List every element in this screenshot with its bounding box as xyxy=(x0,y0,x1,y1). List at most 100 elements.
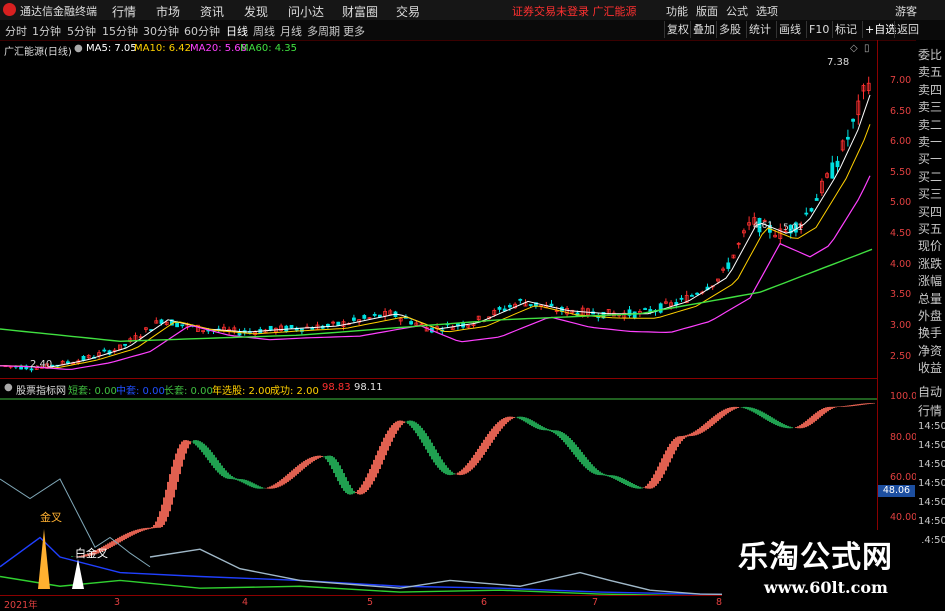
candle xyxy=(362,315,367,319)
side-item[interactable]: 买二 xyxy=(918,168,942,185)
x-tick: 4 xyxy=(242,597,249,608)
period-60min[interactable]: 60分钟 xyxy=(184,23,220,39)
menu-item-market[interactable]: 市场 xyxy=(156,3,180,20)
candle xyxy=(409,321,414,325)
menu-item-formula[interactable]: 公式 xyxy=(726,3,748,19)
x-tick: 3 xyxy=(114,597,121,608)
menu-item-function[interactable]: 功能 xyxy=(666,3,688,19)
side-item[interactable]: 买五 xyxy=(918,220,942,237)
side-item[interactable]: 净资 xyxy=(918,342,942,359)
guest-button[interactable]: 游客 xyxy=(895,3,917,19)
candle-label-2: 5.01 xyxy=(783,223,804,233)
side-item[interactable]: 卖三 xyxy=(918,98,942,115)
app-logo-icon xyxy=(3,3,16,16)
side-item[interactable]: 自动 xyxy=(918,383,942,400)
candle xyxy=(846,136,850,140)
menu-item-news[interactable]: 资讯 xyxy=(200,3,224,20)
current-value-badge: 48.06 xyxy=(878,485,915,497)
draw-line-button[interactable]: 画线 xyxy=(776,21,803,38)
period-tick[interactable]: 分时 xyxy=(5,23,27,39)
candlestick-panel[interactable]: 广汇能源(日线) ● MA5: 7.05 MA10: 6.42 MA20: 5.… xyxy=(0,40,877,378)
candle-label-1: 4.61 xyxy=(753,221,774,231)
white-cross-spike xyxy=(72,559,84,589)
restore-rights-button[interactable]: 复权 xyxy=(664,21,691,38)
side-item[interactable]: 14:50 xyxy=(918,478,945,489)
add-watchlist-button[interactable]: +自选 xyxy=(862,21,898,38)
candle xyxy=(830,162,835,179)
side-item[interactable]: 卖一 xyxy=(918,133,942,150)
candle xyxy=(372,314,377,316)
side-item[interactable]: 14:50 xyxy=(918,497,945,508)
candle xyxy=(851,118,855,122)
diamond-icon[interactable]: ◇ xyxy=(850,43,858,54)
period-weekly[interactable]: 周线 xyxy=(253,23,275,39)
period-daily[interactable]: 日线 xyxy=(226,23,248,39)
candle xyxy=(123,343,127,346)
side-item[interactable]: 涨幅 xyxy=(918,272,942,289)
side-item[interactable]: 委比 xyxy=(918,46,942,63)
side-item[interactable]: 14:50 xyxy=(918,535,945,546)
period-more[interactable]: 更多 xyxy=(343,23,365,39)
x-tick: 6 xyxy=(481,597,488,608)
period-monthly[interactable]: 月线 xyxy=(280,23,302,39)
candle xyxy=(835,160,840,168)
watermark-title: 乐淘公式网 xyxy=(738,540,893,575)
side-item[interactable]: 卖二 xyxy=(918,116,942,133)
side-item[interactable]: 收益 xyxy=(918,359,942,376)
period-30min[interactable]: 30分钟 xyxy=(143,23,179,39)
side-item[interactable]: 14:50 xyxy=(918,516,945,527)
side-item[interactable]: 14:50 xyxy=(918,459,945,470)
candle xyxy=(726,262,731,269)
candle xyxy=(809,208,814,212)
side-item[interactable]: 行情 xyxy=(918,402,942,419)
side-item[interactable]: 14:50 xyxy=(918,440,945,451)
price-axis: 7.00 6.50 6.00 5.50 5.00 4.50 4.00 3.50 … xyxy=(877,40,917,595)
period-multi[interactable]: 多周期 xyxy=(307,23,340,39)
candle xyxy=(66,361,70,364)
candle xyxy=(289,324,294,329)
multi-stock-button[interactable]: 多股 xyxy=(716,21,743,38)
menu-item-ask[interactable]: 问小达 xyxy=(288,3,324,20)
candle xyxy=(632,311,637,319)
side-item[interactable]: 14:50 xyxy=(918,421,945,432)
candle xyxy=(102,349,107,352)
menu-item-wealth[interactable]: 财富圈 xyxy=(342,3,378,20)
menu-item-quotes[interactable]: 行情 xyxy=(112,3,136,20)
overlay-button[interactable]: 叠加 xyxy=(690,21,717,38)
side-item[interactable]: 买一 xyxy=(918,150,942,167)
menu-item-layout[interactable]: 版面 xyxy=(696,3,718,19)
side-item[interactable]: 外盘 xyxy=(918,307,942,324)
sub-y-tick: 40.00 xyxy=(890,512,918,523)
y-tick: 3.50 xyxy=(890,289,912,300)
watermark: 乐淘公式网 www.60lt.com xyxy=(722,530,922,605)
side-item[interactable]: 涨跌 xyxy=(918,255,942,272)
white-cross-label: 白金叉 xyxy=(75,547,108,560)
stats-button[interactable]: 统计 xyxy=(746,21,773,38)
menu-item-discover[interactable]: 发现 xyxy=(244,3,268,20)
candle xyxy=(518,298,523,301)
login-warning: 证券交易未登录 广汇能源 xyxy=(512,5,637,18)
side-item[interactable]: 买三 xyxy=(918,185,942,202)
menu-item-options[interactable]: 选项 xyxy=(756,3,778,19)
side-item[interactable]: 换手 xyxy=(918,324,942,341)
side-item[interactable]: 总量 xyxy=(918,290,942,307)
period-5min[interactable]: 5分钟 xyxy=(67,23,96,39)
side-item[interactable]: 卖四 xyxy=(918,81,942,98)
candle xyxy=(658,303,663,313)
period-1min[interactable]: 1分钟 xyxy=(32,23,61,39)
candle xyxy=(804,212,809,215)
candle xyxy=(814,198,819,201)
menu-item-trade[interactable]: 交易 xyxy=(396,3,420,20)
side-item[interactable]: 买四 xyxy=(918,203,942,220)
f10-button[interactable]: F10 xyxy=(806,21,831,38)
side-item[interactable]: 卖五 xyxy=(918,63,942,80)
candle xyxy=(81,355,86,361)
candle xyxy=(643,308,647,310)
period-15min[interactable]: 15分钟 xyxy=(102,23,138,39)
mark-button[interactable]: 标记 xyxy=(832,21,859,38)
side-item[interactable]: 现价 xyxy=(918,237,942,254)
candle xyxy=(175,322,180,328)
expand-icon[interactable]: ▯ xyxy=(864,43,870,54)
candle xyxy=(497,307,502,310)
back-button[interactable]: 返回 xyxy=(894,21,921,38)
